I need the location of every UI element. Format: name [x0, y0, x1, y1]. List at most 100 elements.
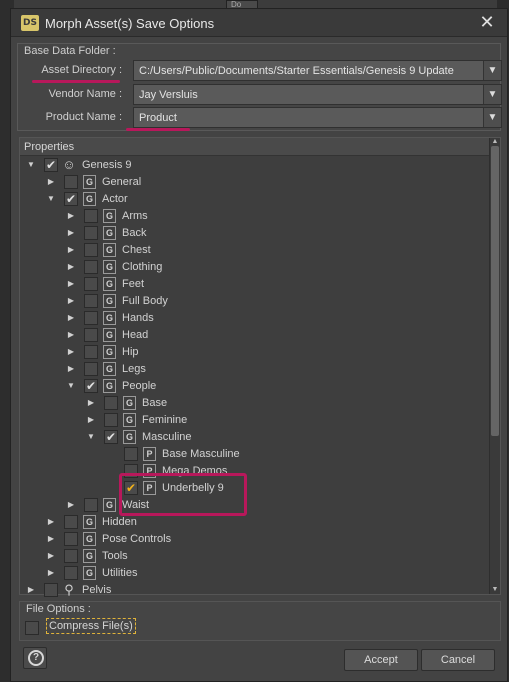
chevron-down-icon[interactable]: ▼: [483, 61, 501, 80]
vendor-name-row: Vendor Name : Jay Versluis ▼: [18, 84, 502, 106]
row-checkbox[interactable]: ✔: [64, 192, 78, 206]
title-bar[interactable]: DS Morph Asset(s) Save Options ✕: [11, 9, 507, 37]
tree-row[interactable]: ▶ G Waist: [20, 497, 485, 514]
tree-row[interactable]: ▶ G Hidden: [20, 514, 485, 531]
tree-row[interactable]: ▼ ✔ G Actor: [20, 191, 485, 208]
expand-right-icon[interactable]: ▶: [66, 279, 76, 289]
base-data-folder-title: Base Data Folder :: [24, 45, 116, 57]
expand-right-icon[interactable]: ▶: [26, 585, 36, 595]
asset-directory-label: Asset Directory :: [41, 64, 122, 76]
tree-row[interactable]: ▶ ⚲ Pelvis: [20, 582, 485, 599]
row-checkbox[interactable]: [84, 362, 98, 376]
asset-directory-value: C:/Users/Public/Documents/Starter Essent…: [139, 65, 454, 77]
row-checkbox[interactable]: [84, 226, 98, 240]
tree-row[interactable]: ▼ ✔ G Masculine: [20, 429, 485, 446]
expand-right-icon[interactable]: ▶: [66, 500, 76, 510]
tree-row[interactable]: ▶ G Feminine: [20, 412, 485, 429]
row-checkbox[interactable]: [84, 243, 98, 257]
expand-right-icon[interactable]: ▶: [66, 347, 76, 357]
vendor-name-combo[interactable]: Jay Versluis ▼: [133, 84, 502, 105]
expand-right-icon[interactable]: ▶: [46, 517, 56, 527]
tree-row[interactable]: ▶ G Arms: [20, 208, 485, 225]
tree-row[interactable]: ▶ G Head: [20, 327, 485, 344]
tree-row[interactable]: ▶ G Hands: [20, 310, 485, 327]
tree-row[interactable]: ▼ ✔ ☺ Genesis 9: [20, 157, 485, 174]
row-checkbox[interactable]: [64, 549, 78, 563]
row-checkbox[interactable]: [84, 311, 98, 325]
tree-row[interactable]: ▶ G Utilities: [20, 565, 485, 582]
close-icon[interactable]: ✕: [477, 12, 497, 32]
expand-right-icon[interactable]: ▶: [66, 313, 76, 323]
scroll-down-icon[interactable]: ▼: [490, 586, 500, 594]
row-checkbox[interactable]: [84, 328, 98, 342]
expand-down-icon[interactable]: ▼: [26, 160, 36, 170]
tree-row[interactable]: ▶ G Base: [20, 395, 485, 412]
row-checkbox[interactable]: [44, 583, 58, 597]
row-label: Head: [122, 329, 149, 341]
row-checkbox[interactable]: [84, 209, 98, 223]
expand-right-icon[interactable]: ▶: [86, 398, 96, 408]
row-checkbox[interactable]: [84, 260, 98, 274]
row-checkbox[interactable]: ✔: [44, 158, 58, 172]
expand-right-icon[interactable]: ▶: [46, 551, 56, 561]
expand-down-icon[interactable]: ▼: [46, 194, 56, 204]
tree-row[interactable]: ▶ G Legs: [20, 361, 485, 378]
row-checkbox[interactable]: [84, 498, 98, 512]
expand-right-icon[interactable]: ▶: [66, 228, 76, 238]
row-checkbox[interactable]: [84, 277, 98, 291]
expand-right-icon[interactable]: ▶: [66, 211, 76, 221]
tree-row[interactable]: ▶ G Full Body: [20, 293, 485, 310]
row-checkbox[interactable]: [64, 566, 78, 580]
tree-scrollbar[interactable]: ▲ ▼: [489, 138, 500, 594]
asset-directory-combo[interactable]: C:/Users/Public/Documents/Starter Essent…: [133, 60, 502, 81]
row-checkbox[interactable]: [64, 515, 78, 529]
tree-row[interactable]: P Base Masculine: [20, 446, 485, 463]
row-checkbox[interactable]: [64, 175, 78, 189]
accept-button[interactable]: Accept: [344, 649, 418, 671]
group-icon: G: [103, 260, 116, 274]
compress-checkbox[interactable]: [25, 621, 39, 635]
row-checkbox[interactable]: [104, 413, 118, 427]
row-checkbox[interactable]: [104, 396, 118, 410]
chevron-down-icon[interactable]: ▼: [483, 85, 501, 104]
expand-right-icon[interactable]: ▶: [66, 262, 76, 272]
row-checkbox[interactable]: [124, 447, 138, 461]
expand-down-icon[interactable]: ▼: [86, 432, 96, 442]
tree-row[interactable]: ▶ G General: [20, 174, 485, 191]
row-checkbox[interactable]: [64, 532, 78, 546]
cancel-button[interactable]: Cancel: [421, 649, 495, 671]
expand-right-icon[interactable]: ▶: [66, 364, 76, 374]
expand-right-icon[interactable]: ▶: [46, 177, 56, 187]
tree-row[interactable]: P Mega Demos: [20, 463, 485, 480]
expand-right-icon[interactable]: ▶: [66, 330, 76, 340]
help-button[interactable]: ?: [23, 647, 47, 669]
scroll-up-icon[interactable]: ▲: [490, 138, 500, 146]
row-label: Masculine: [142, 431, 192, 443]
row-checkbox[interactable]: ✔: [104, 430, 118, 444]
tree-row[interactable]: ▶ G Chest: [20, 242, 485, 259]
tree-row[interactable]: ▶ G Hip: [20, 344, 485, 361]
expand-right-icon[interactable]: ▶: [66, 245, 76, 255]
compress-files-label[interactable]: Compress File(s): [46, 618, 136, 634]
expand-right-icon[interactable]: ▶: [66, 296, 76, 306]
properties-header: Properties: [20, 138, 490, 156]
tree-row[interactable]: ✔ P Underbelly 9: [20, 480, 485, 497]
row-checkbox[interactable]: ✔: [84, 379, 98, 393]
tree-row[interactable]: ▶ G Back: [20, 225, 485, 242]
expand-right-icon[interactable]: ▶: [46, 534, 56, 544]
row-checkbox[interactable]: [84, 345, 98, 359]
expand-right-icon[interactable]: ▶: [86, 415, 96, 425]
scroll-thumb[interactable]: [491, 146, 499, 436]
tree-row[interactable]: ▶ G Feet: [20, 276, 485, 293]
chevron-down-icon[interactable]: ▼: [483, 108, 501, 127]
underbelly-annotation-box: [119, 473, 247, 516]
tree-row[interactable]: ▶ G Tools: [20, 548, 485, 565]
tree-row[interactable]: ▶ G Pose Controls: [20, 531, 485, 548]
expand-right-icon[interactable]: ▶: [46, 568, 56, 578]
expand-down-icon[interactable]: ▼: [66, 381, 76, 391]
row-checkbox[interactable]: [84, 294, 98, 308]
product-name-combo[interactable]: Product ▼: [133, 107, 502, 128]
tree-row[interactable]: ▶ G Clothing: [20, 259, 485, 276]
group-icon: G: [103, 498, 116, 512]
tree-row[interactable]: ▼ ✔ G People: [20, 378, 485, 395]
